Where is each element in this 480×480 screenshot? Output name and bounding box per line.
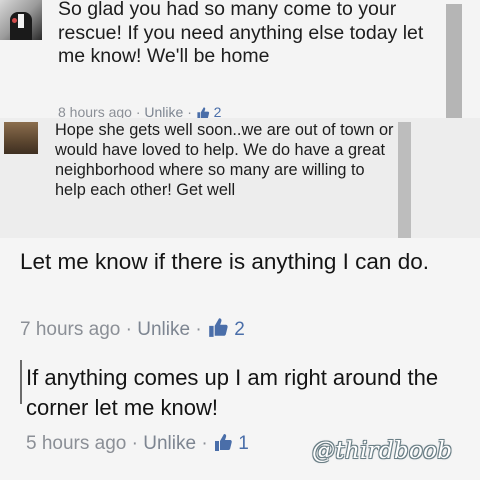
comment-panel-1: So glad you had so many come to your res… bbox=[0, 0, 480, 118]
comment-text: Hope she gets well soon..we are out of t… bbox=[55, 121, 394, 199]
timestamp[interactable]: 5 hours ago bbox=[26, 433, 126, 454]
comment-panel-2: Hope she gets well soon..we are out of t… bbox=[0, 118, 480, 238]
thumbs-up-icon[interactable] bbox=[213, 432, 233, 458]
separator: · bbox=[126, 433, 144, 454]
man-in-suit-avatar[interactable] bbox=[0, 0, 42, 40]
separator: · bbox=[131, 104, 145, 118]
timestamp[interactable]: 7 hours ago bbox=[20, 319, 120, 340]
watermark: @thirdboob bbox=[312, 438, 453, 464]
separator: · bbox=[183, 104, 196, 118]
reply-indent-line bbox=[20, 360, 22, 404]
unlike-link[interactable]: Unlike bbox=[137, 319, 190, 340]
scrollbar[interactable] bbox=[398, 122, 411, 238]
brown-landscape-avatar[interactable] bbox=[4, 122, 38, 154]
timestamp[interactable]: 8 hours ago bbox=[58, 104, 132, 118]
separator: · bbox=[190, 319, 207, 340]
comment-meta: 7 hours ago · Unlike · 2 bbox=[20, 316, 245, 344]
comment-text: So glad you had so many come to your res… bbox=[58, 0, 424, 67]
comment-meta: 8 hours ago · Unlike · 2 bbox=[58, 104, 221, 118]
thumbs-up-icon[interactable] bbox=[207, 316, 229, 344]
separator: · bbox=[196, 433, 213, 454]
like-count: 2 bbox=[213, 104, 222, 118]
unlike-link[interactable]: Unlike bbox=[144, 104, 183, 118]
comment-text: If anything comes up I am right around t… bbox=[26, 365, 439, 420]
scrollbar[interactable] bbox=[446, 4, 462, 118]
unlike-link[interactable]: Unlike bbox=[143, 433, 196, 454]
separator: · bbox=[120, 319, 138, 340]
comment-text: Let me know if there is anything I can d… bbox=[20, 249, 429, 274]
like-count: 1 bbox=[238, 433, 249, 454]
comment-meta: 5 hours ago · Unlike · 1 bbox=[26, 432, 249, 458]
thumbs-up-icon[interactable] bbox=[196, 106, 210, 118]
like-count: 2 bbox=[234, 319, 245, 340]
